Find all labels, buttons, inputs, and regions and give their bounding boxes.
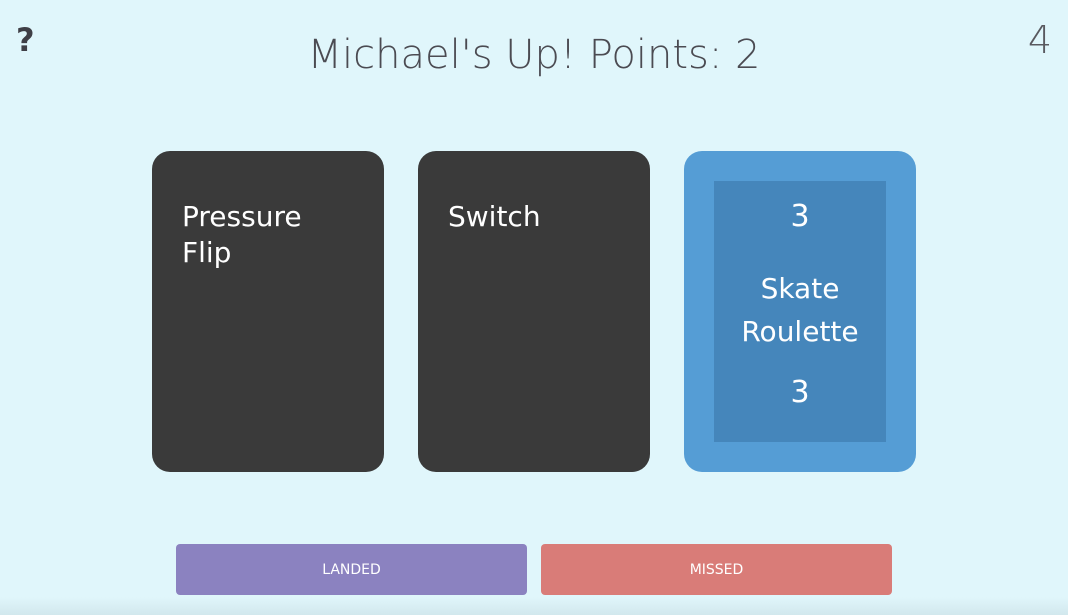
trick-card-label: Switch: [448, 200, 541, 233]
trick-card-pressure-flip[interactable]: Pressure Flip: [152, 151, 384, 472]
deck-card-bottom-number: 3: [790, 375, 810, 410]
trick-card-switch[interactable]: Switch: [418, 151, 650, 472]
deck-card-face: 3 Skate Roulette 3: [714, 181, 886, 442]
bottom-shadow: [0, 597, 1068, 615]
trick-card-label: Pressure Flip: [182, 200, 302, 269]
landed-button[interactable]: LANDED: [176, 544, 527, 595]
page-title: Michael's Up! Points: 2: [307, 32, 761, 78]
missed-button[interactable]: MISSED: [541, 544, 892, 595]
deck-card[interactable]: 3 Skate Roulette 3: [684, 151, 916, 472]
deck-card-title: Skate Roulette: [741, 272, 859, 348]
deck-card-top-number: 3: [790, 199, 810, 234]
round-counter: 4: [1027, 18, 1052, 62]
